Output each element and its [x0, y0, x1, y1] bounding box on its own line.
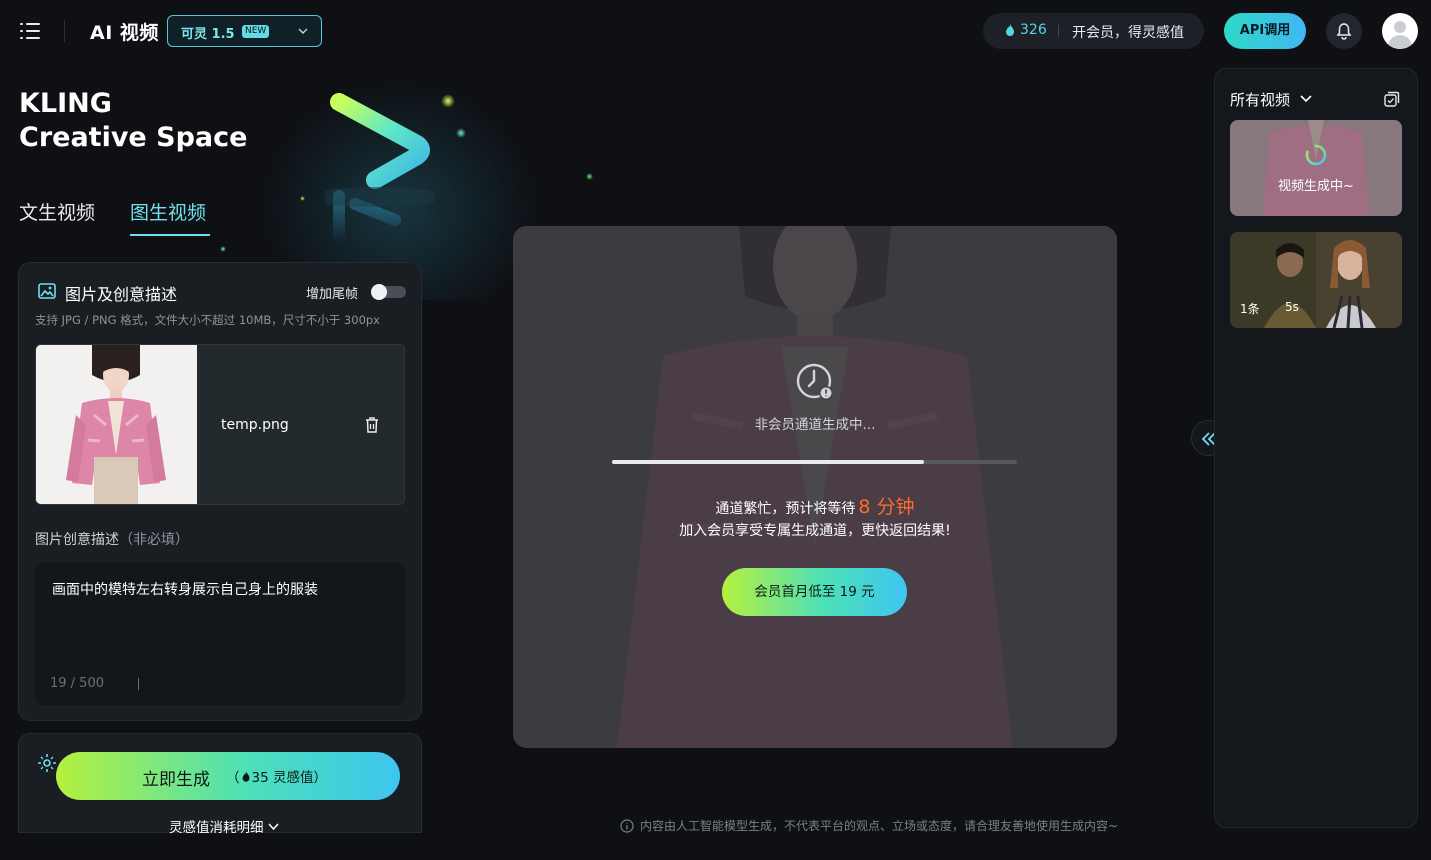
header-divider [64, 20, 65, 42]
prompt-label: 图片创意描述（非必填） [35, 532, 189, 548]
generating-status: 视频生成中~ [1278, 179, 1354, 194]
menu-icon[interactable] [20, 22, 40, 40]
generation-progress [612, 460, 1017, 464]
progress-fill [612, 460, 924, 464]
hero-title-line1: KLING [19, 88, 112, 119]
member-promo: 加入会员享受专属生成通道，更快返回结果! [679, 523, 951, 539]
api-button[interactable]: API调用 [1224, 13, 1306, 49]
queue-status: 非会员通道生成中... [754, 417, 876, 433]
camera-control-icon[interactable] [36, 752, 58, 774]
active-tab-indicator [130, 234, 210, 236]
sparkle-dot [441, 94, 455, 108]
end-frame-label: 增加尾帧 [306, 287, 359, 302]
info-icon [620, 819, 634, 833]
optional-note: （非必填） [119, 532, 189, 548]
video-preview: 非会员通道生成中... 通道繁忙，预计将等待 8 分钟 加入会员享受专属生成通道，… [513, 226, 1117, 748]
generate-cost: （35 灵感值） [226, 770, 327, 786]
wait-estimate: 通道繁忙，预计将等待 8 分钟 [715, 496, 915, 518]
sparkle-dot [300, 196, 305, 201]
top-bar: AI 视频 可灵 1.5 NEW 326 开会员，得灵感值 API调用 [0, 0, 1431, 62]
notification-button[interactable] [1326, 13, 1362, 49]
preview-overlay [513, 226, 1117, 748]
clip-count: 1条 [1240, 302, 1260, 316]
model-selector[interactable]: 可灵 1.5 NEW [167, 15, 322, 47]
credit-consumption-link[interactable]: 灵感值消耗明细 [169, 816, 279, 836]
credits-divider [1058, 25, 1059, 37]
image-prompt-card: 图片及创意描述 增加尾帧 支持 JPG / PNG 格式，文件大小不超过 10M… [18, 262, 422, 721]
uploaded-image[interactable]: temp.png [35, 344, 405, 505]
video-filter-dropdown[interactable]: 所有视频 [1230, 89, 1312, 110]
hero-title-line2: Creative Space [19, 122, 248, 153]
clock-icon [796, 363, 833, 400]
flame-icon [1006, 24, 1014, 36]
trash-icon[interactable] [363, 416, 381, 434]
credits-count: 326 [1020, 22, 1047, 38]
history-thumbnail [1230, 120, 1402, 216]
text-caret [138, 678, 139, 690]
multi-select-icon[interactable] [1384, 91, 1400, 107]
model-name: 可灵 1.5 [181, 27, 235, 42]
tab-text-to-video[interactable]: 文生视频 [19, 198, 95, 225]
upload-hint: 支持 JPG / PNG 格式，文件大小不超过 10MB，尺寸不小于 300px [35, 313, 380, 327]
sparkle-dot [586, 173, 593, 180]
kling-logo-icon [325, 93, 435, 248]
history-panel: 所有视频 视频生成中~ 1条 5s [1214, 68, 1418, 828]
app-title: AI 视频 [90, 22, 159, 44]
history-item-video[interactable]: 1条 5s [1230, 232, 1402, 328]
avatar[interactable] [1382, 13, 1418, 49]
flame-icon [242, 771, 249, 782]
generate-button[interactable]: 立即生成 （35 灵感值） [56, 752, 400, 800]
bell-icon [1336, 23, 1352, 40]
chevron-down-icon [1300, 95, 1312, 103]
clip-duration: 5s [1285, 300, 1299, 314]
file-name: temp.png [221, 417, 289, 433]
loading-spinner-icon [1305, 144, 1327, 166]
wait-time: 8 分钟 [858, 496, 915, 518]
chevron-down-icon [267, 823, 279, 831]
tab-image-to-video[interactable]: 图生视频 [130, 198, 206, 225]
sparkle-dot [456, 128, 466, 138]
hero-title: KLING Creative Space [19, 87, 247, 155]
sparkle-dot [220, 246, 226, 252]
end-frame-toggle[interactable] [371, 284, 406, 300]
membership-button[interactable]: 会员首月低至 19 元 [722, 568, 907, 616]
prompt-value: 画面中的模特左右转身展示自己身上的服装 [52, 582, 318, 598]
card-title: 图片及创意描述 [65, 285, 178, 304]
credits-pill[interactable]: 326 开会员，得灵感值 [983, 13, 1204, 49]
ai-disclaimer: 内容由人工智能模型生成，不代表平台的观点、立场或态度，请合理友善地使用生成内容~ [620, 817, 1118, 834]
new-badge: NEW [242, 25, 270, 38]
generate-label: 立即生成 [142, 770, 210, 790]
history-item-generating[interactable]: 视频生成中~ [1230, 120, 1402, 216]
chevron-down-icon [298, 28, 308, 34]
char-counter: 19 / 500 [50, 676, 104, 691]
image-thumbnail [36, 345, 197, 504]
prompt-input[interactable]: 画面中的模特左右转身展示自己身上的服装 19 / 500 [35, 563, 405, 705]
membership-link: 开会员，得灵感值 [1072, 25, 1184, 41]
image-icon [38, 283, 56, 299]
